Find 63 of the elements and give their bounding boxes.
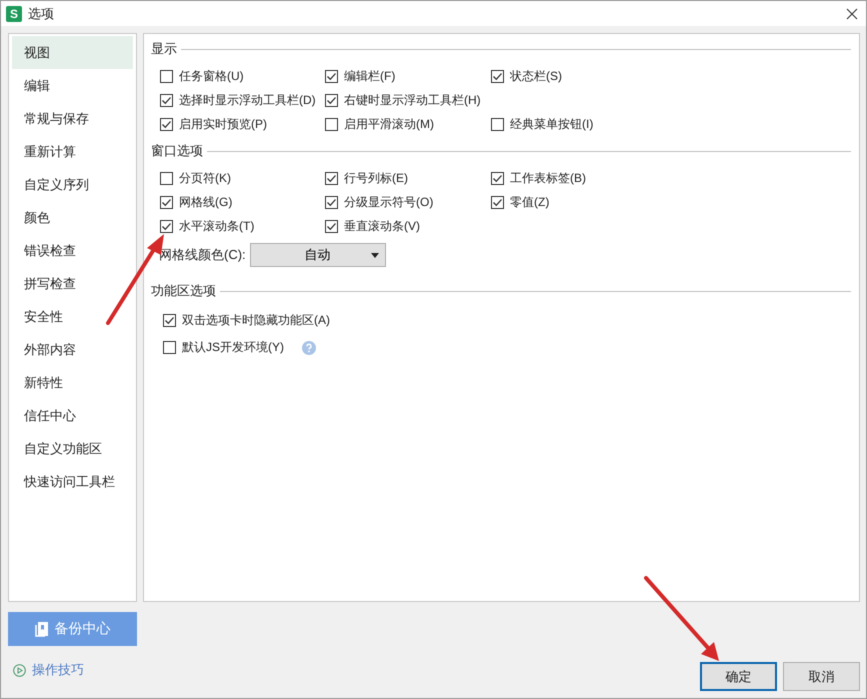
- ok-button[interactable]: 确定: [700, 662, 777, 691]
- checkbox-label[interactable]: 选择时显示浮动工具栏(D): [179, 92, 316, 108]
- color-dropdown[interactable]: 自动: [250, 243, 386, 267]
- checkbox[interactable]: [160, 196, 173, 208]
- sidebar-item[interactable]: 自定义功能区: [12, 432, 133, 465]
- checkbox-label[interactable]: 工作表标签(B): [510, 170, 586, 186]
- checkbox[interactable]: [491, 70, 504, 82]
- sidebar-item[interactable]: 拼写检查: [12, 267, 133, 300]
- checkbox-label[interactable]: 行号列标(E): [344, 170, 408, 186]
- checkbox-label[interactable]: 启用平滑滚动(M): [344, 116, 434, 132]
- checkbox-label[interactable]: 默认JS开发环境(Y): [182, 339, 284, 356]
- checkbox[interactable]: [325, 196, 338, 208]
- checkbox-label[interactable]: 任务窗格(U): [179, 68, 244, 84]
- checkbox[interactable]: [160, 172, 173, 184]
- checkbox-label[interactable]: 状态栏(S): [510, 68, 562, 84]
- close-icon[interactable]: [846, 8, 858, 20]
- checkbox-label[interactable]: 网格线(G): [179, 194, 232, 210]
- checkbox[interactable]: [160, 70, 173, 82]
- sidebar-item[interactable]: 新特性: [12, 366, 133, 399]
- checkbox[interactable]: [160, 220, 173, 232]
- section-heading: 显示: [151, 40, 177, 58]
- checkbox[interactable]: [325, 70, 338, 82]
- tips-link[interactable]: 操作技巧: [32, 661, 84, 679]
- checkbox-label[interactable]: 分页符(K): [179, 170, 231, 186]
- checkbox-label[interactable]: 分级显示符号(O): [344, 194, 434, 210]
- checkbox[interactable]: [163, 341, 176, 354]
- checkbox-label[interactable]: 经典菜单按钮(I): [510, 116, 594, 132]
- cancel-button[interactable]: 取消: [783, 662, 860, 691]
- section-heading: 窗口选项: [151, 142, 203, 160]
- checkbox-label[interactable]: 启用实时预览(P): [179, 116, 267, 132]
- checkbox[interactable]: [325, 220, 338, 232]
- sidebar-item[interactable]: 自定义序列: [12, 168, 133, 201]
- sidebar-item[interactable]: 快速访问工具栏: [12, 465, 133, 498]
- checkbox[interactable]: [325, 94, 338, 106]
- sidebar-item[interactable]: 信任中心: [12, 399, 133, 432]
- checkbox-label[interactable]: 水平滚动条(T): [179, 218, 254, 234]
- checkbox[interactable]: [160, 94, 173, 106]
- checkbox[interactable]: [325, 118, 338, 130]
- sidebar-item[interactable]: 外部内容: [12, 333, 133, 366]
- checkbox[interactable]: [160, 118, 173, 130]
- sidebar-item[interactable]: 视图: [12, 36, 133, 69]
- checkbox-label[interactable]: 双击选项卡时隐藏功能区(A): [182, 312, 330, 329]
- checkbox[interactable]: [491, 196, 504, 208]
- checkbox-label[interactable]: 右键时显示浮动工具栏(H): [344, 92, 481, 108]
- sidebar-item[interactable]: 颜色: [12, 201, 133, 234]
- window-title: 选项: [28, 4, 55, 22]
- section-heading: 功能区选项: [151, 282, 216, 300]
- checkbox-label[interactable]: 零值(Z): [510, 194, 550, 210]
- app-logo: S: [6, 6, 22, 22]
- sidebar-item[interactable]: 重新计算: [12, 135, 133, 168]
- checkbox[interactable]: [491, 118, 504, 130]
- caret-icon: [370, 253, 379, 258]
- sidebar-item[interactable]: 编辑: [12, 69, 133, 102]
- sidebar-item[interactable]: 常规与保存: [12, 102, 133, 135]
- checkbox-label[interactable]: 编辑栏(F): [344, 68, 396, 84]
- checkbox[interactable]: [163, 314, 176, 327]
- checkbox[interactable]: [325, 172, 338, 184]
- sidebar-item[interactable]: 安全性: [12, 300, 133, 333]
- checkbox-label[interactable]: 垂直滚动条(V): [344, 218, 420, 234]
- play-circle-icon: [13, 664, 26, 676]
- document-icon: [34, 621, 48, 637]
- checkbox[interactable]: [491, 172, 504, 184]
- sidebar-item[interactable]: 错误检查: [12, 234, 133, 267]
